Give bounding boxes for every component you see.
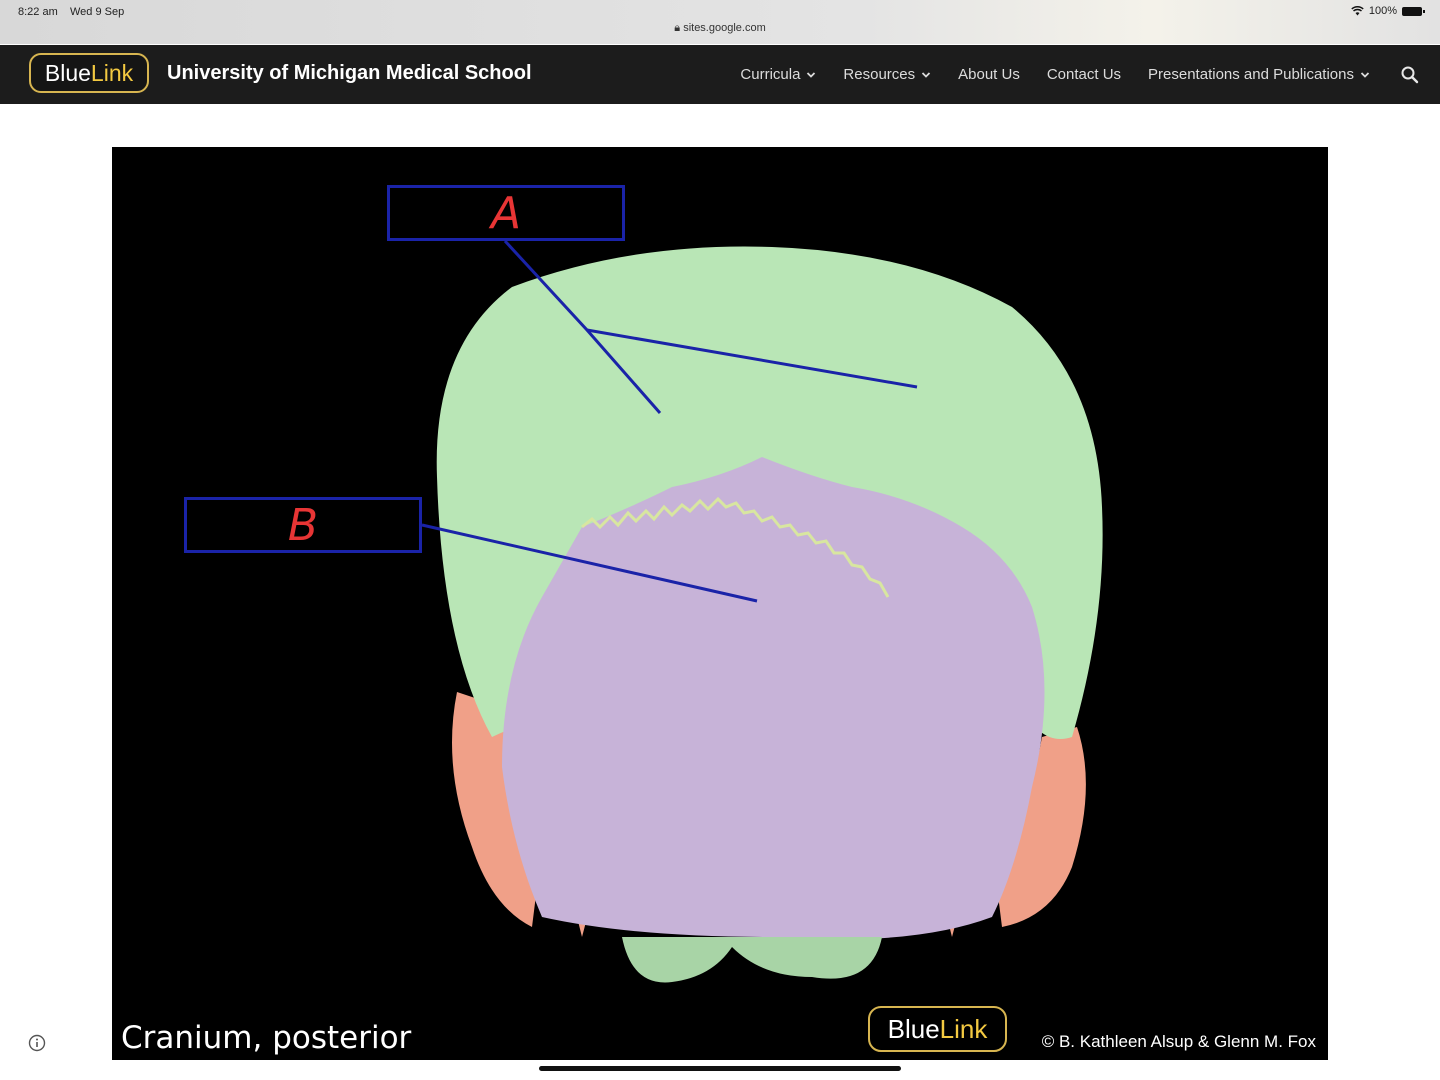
nav-item-label: Contact Us bbox=[1046, 66, 1122, 83]
battery-icon bbox=[1402, 6, 1425, 16]
status-time-text: 8:22 am bbox=[18, 6, 58, 18]
figure-bluelink-logo: BlueLink bbox=[868, 1006, 1007, 1052]
site-navbar: BlueLink University of Michigan Medical … bbox=[0, 45, 1440, 104]
nav-menu: Curricula Resources About Us Contact Us … bbox=[713, 45, 1420, 104]
chevron-down-icon bbox=[1360, 71, 1370, 78]
nav-item-label: Presentations and Publications bbox=[1148, 66, 1354, 83]
nav-item-curricula[interactable]: Curricula bbox=[740, 66, 816, 83]
nav-item-contact-us[interactable]: Contact Us bbox=[1047, 66, 1121, 83]
address-bar[interactable]: 🔒︎ sites.google.com bbox=[0, 22, 1440, 35]
cervical-vertebrae bbox=[622, 937, 882, 983]
nav-item-resources[interactable]: Resources bbox=[843, 66, 931, 83]
status-time: 8:22 am Wed 9 Sep bbox=[18, 6, 124, 18]
address-url: sites.google.com bbox=[683, 22, 766, 34]
status-indicators: 100% bbox=[1351, 5, 1425, 17]
cranium-figure: A B Cranium, posterior BlueLink © B. Kat… bbox=[112, 147, 1328, 1060]
search-icon[interactable] bbox=[1400, 65, 1420, 85]
info-icon[interactable] bbox=[28, 1034, 46, 1052]
nav-item-label: Curricula bbox=[740, 66, 801, 83]
label-b-box: B bbox=[184, 497, 422, 553]
label-a-text: A bbox=[490, 188, 522, 239]
battery-percent: 100% bbox=[1368, 5, 1397, 17]
nav-item-about-us[interactable]: About Us bbox=[958, 66, 1020, 83]
nav-item-label: Resources bbox=[843, 66, 916, 83]
chevron-down-icon bbox=[921, 71, 931, 78]
figure-caption: Cranium, posterior bbox=[121, 1020, 412, 1056]
site-title[interactable]: University of Michigan Medical School bbox=[167, 62, 532, 85]
logo-link-text: Link bbox=[90, 60, 134, 86]
logo-blue-text: Blue bbox=[887, 1014, 940, 1044]
label-b-text: B bbox=[287, 500, 319, 551]
ios-status-bar: 8:22 am Wed 9 Sep 🔒︎ sites.google.com 10… bbox=[0, 0, 1440, 44]
lock-icon: 🔒︎ bbox=[674, 22, 681, 34]
status-date-text: Wed 9 Sep bbox=[69, 6, 125, 18]
logo-link-text: Link bbox=[939, 1014, 988, 1044]
bluelink-logo[interactable]: BlueLink bbox=[29, 53, 149, 93]
home-indicator[interactable] bbox=[539, 1066, 901, 1071]
figure-copyright: © B. Kathleen Alsup & Glenn M. Fox bbox=[1041, 1032, 1316, 1051]
nav-item-presentations[interactable]: Presentations and Publications bbox=[1148, 66, 1370, 83]
label-a-box: A bbox=[387, 185, 625, 241]
occipital-bone bbox=[502, 457, 1045, 940]
cranium-illustration bbox=[421, 239, 1103, 983]
chevron-down-icon bbox=[807, 71, 816, 78]
nav-item-label: About Us bbox=[958, 66, 1020, 83]
logo-blue-text: Blue bbox=[44, 60, 91, 86]
wifi-icon bbox=[1351, 6, 1364, 16]
